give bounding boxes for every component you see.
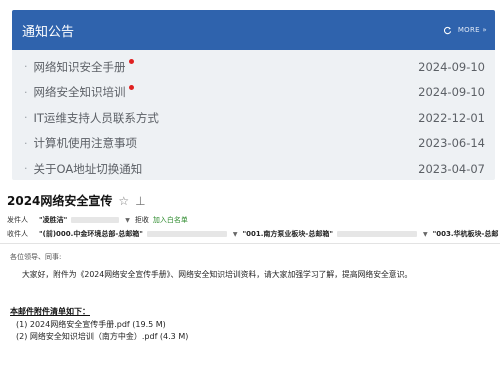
email-subject-row: 2024网络安全宣传 ☆ ⊥ bbox=[7, 192, 146, 209]
refresh-icon[interactable] bbox=[443, 26, 452, 35]
notice-item-text[interactable]: 计算机使用注意事项 bbox=[34, 135, 138, 151]
notice-header: 通知公告 MORE » bbox=[12, 10, 495, 50]
chevron-down-icon[interactable]: ▼ bbox=[125, 217, 130, 224]
notice-item-text[interactable]: 网络安全知识培训 bbox=[34, 84, 126, 100]
notice-item[interactable]: · 计算机使用注意事项 2023-06-14 bbox=[12, 131, 495, 157]
bullet-icon: · bbox=[24, 85, 28, 99]
notice-item-text[interactable]: 关于OA地址切换通知 bbox=[34, 161, 143, 177]
add-whitelist-link[interactable]: 加入白名单 bbox=[153, 215, 188, 225]
sender-row: 发件人 "凌胜洁" ▼ 拒收 加入白名单 bbox=[7, 215, 188, 225]
notice-item-text[interactable]: IT运维支持人员联系方式 bbox=[34, 110, 159, 126]
new-dot-icon bbox=[128, 84, 134, 90]
notice-item[interactable]: · 关于OA地址切换通知 2023-04-07 bbox=[12, 156, 495, 180]
double-chevron-icon: » bbox=[479, 26, 487, 34]
recipient-address-redacted bbox=[336, 231, 417, 237]
bullet-icon: · bbox=[24, 162, 28, 176]
star-icon[interactable]: ☆ bbox=[118, 194, 129, 208]
notice-item[interactable]: · 网络知识安全手册 2024-09-10 bbox=[12, 54, 495, 80]
notice-title: 通知公告 bbox=[22, 24, 75, 40]
notice-panel: 通知公告 MORE » · 网络知识安全手册 2024-09-10 · 网络安全知识… bbox=[12, 10, 495, 180]
email-body: 大家好，附件为《2024网络安全宣传手册》、网络安全知识培训资料，请大家加强学习… bbox=[22, 270, 413, 279]
divider bbox=[0, 243, 500, 244]
notice-item-date: 2024-09-10 bbox=[418, 85, 485, 100]
attachment-item[interactable]: (2) 网络安全知识培训（南方中金）.pdf (4.3 M) bbox=[16, 331, 188, 342]
reject-link[interactable]: 拒收 bbox=[135, 215, 149, 225]
bullet-icon: · bbox=[24, 111, 28, 125]
sender-name[interactable]: "凌胜洁" bbox=[39, 215, 67, 225]
sender-address-redacted bbox=[71, 217, 120, 223]
notice-item-date: 2023-04-07 bbox=[418, 161, 485, 176]
email-view: 2024网络安全宣传 ☆ ⊥ 发件人 "凌胜洁" ▼ 拒收 加入白名单 收件人 … bbox=[0, 188, 500, 375]
notice-item-date: 2023-06-14 bbox=[418, 136, 485, 151]
more-button[interactable]: MORE » bbox=[443, 26, 487, 35]
notice-list: · 网络知识安全手册 2024-09-10 · 网络安全知识培训 2024-09-1… bbox=[12, 50, 495, 180]
notice-item[interactable]: · 网络安全知识培训 2024-09-10 bbox=[12, 80, 495, 106]
notice-item[interactable]: · IT运维支持人员联系方式 2022-12-01 bbox=[12, 105, 495, 131]
attachment-item[interactable]: (1) 2024网络安全宣传手册.pdf (19.5 M) bbox=[16, 319, 166, 330]
bullet-icon: · bbox=[24, 60, 28, 74]
email-greeting: 各位领导、同事: bbox=[10, 253, 62, 261]
recipient-row: 收件人 "(前)000.中金环境总部-总邮箱" ▼ "001.南方泵业板块-总邮… bbox=[7, 229, 498, 239]
email-subject: 2024网络安全宣传 bbox=[7, 194, 113, 208]
notice-item-date: 2022-12-01 bbox=[418, 110, 485, 125]
notice-item-text[interactable]: 网络知识安全手册 bbox=[34, 59, 126, 75]
more-label[interactable]: MORE bbox=[458, 26, 480, 34]
pin-icon[interactable]: ⊥ bbox=[135, 194, 145, 208]
sender-label: 发件人 bbox=[7, 216, 28, 224]
bullet-icon: · bbox=[24, 136, 28, 150]
attachments-title: 本邮件附件清单如下： bbox=[10, 307, 90, 316]
chevron-down-icon[interactable]: ▼ bbox=[233, 231, 238, 238]
recipient-1[interactable]: "(前)000.中金环境总部-总邮箱" bbox=[39, 229, 143, 239]
recipient-address-redacted bbox=[146, 231, 227, 237]
recipient-2[interactable]: "001.南方泵业板块-总邮箱" bbox=[243, 229, 333, 239]
notice-item-date: 2024-09-10 bbox=[418, 59, 485, 74]
recipient-label: 收件人 bbox=[7, 230, 28, 238]
chevron-down-icon[interactable]: ▼ bbox=[423, 231, 428, 238]
new-dot-icon bbox=[128, 59, 134, 65]
recipient-3[interactable]: "003.华杭板块-总邮 bbox=[433, 229, 499, 239]
